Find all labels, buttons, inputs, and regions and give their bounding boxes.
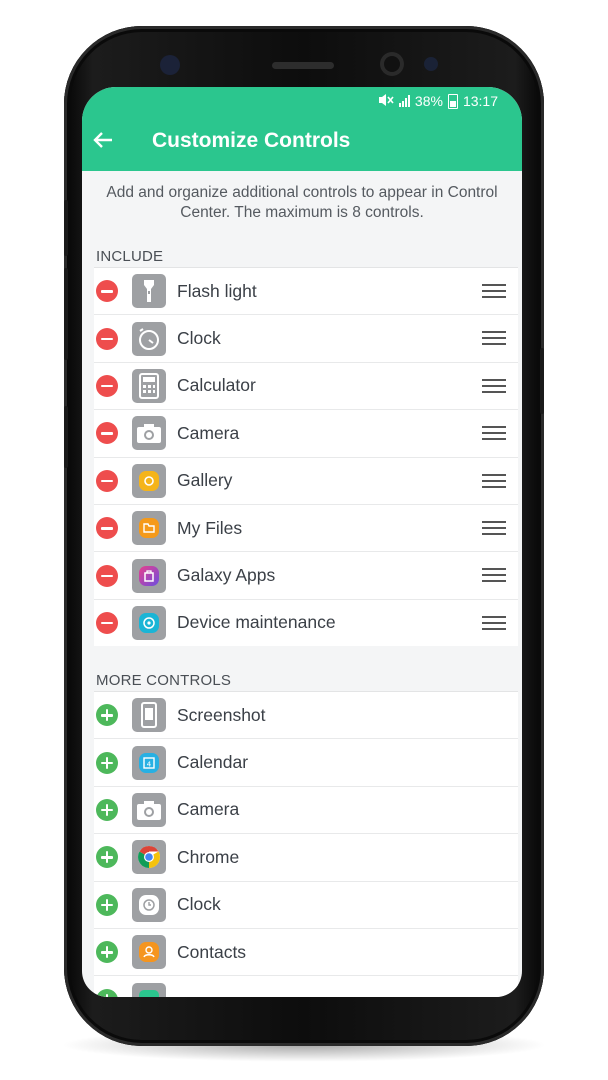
flashlight-icon <box>132 274 166 309</box>
app-icon <box>132 982 166 997</box>
back-arrow-icon[interactable] <box>92 129 116 153</box>
list-item-label: Clock <box>177 894 221 915</box>
list-item[interactable]: Clock <box>94 880 518 928</box>
calculator-icon <box>132 368 166 403</box>
list-item-label: Calendar <box>177 752 249 773</box>
add-circle-icon[interactable] <box>96 704 118 727</box>
volume-down-button <box>64 268 68 360</box>
camera-icon <box>132 792 166 827</box>
list-item[interactable]: Gallery <box>94 456 518 504</box>
remove-circle-icon[interactable] <box>96 422 118 445</box>
mute-icon <box>378 93 394 110</box>
list-item[interactable]: My Files <box>94 503 518 551</box>
svg-text:4: 4 <box>147 760 152 768</box>
more-controls-heading: MORE CONTROLS <box>96 672 232 689</box>
folder-icon <box>132 511 166 546</box>
list-item[interactable]: 4 Calendar <box>94 738 518 785</box>
add-circle-icon[interactable] <box>96 846 118 869</box>
remove-circle-icon[interactable] <box>96 374 118 397</box>
clock-icon <box>132 887 166 922</box>
list-item-label: Gallery <box>177 470 233 491</box>
add-circle-icon[interactable] <box>96 941 118 964</box>
phone-screenshot-icon <box>132 698 166 733</box>
list-item[interactable]: Camera <box>94 785 518 833</box>
add-circle-icon[interactable] <box>96 751 118 774</box>
list-item[interactable]: Clock <box>94 314 518 361</box>
list-item-label: Flash light <box>177 280 257 301</box>
list-item[interactable] <box>94 975 518 997</box>
list-item[interactable]: Calculator <box>94 361 518 409</box>
add-circle-icon[interactable] <box>96 798 118 821</box>
list-item[interactable]: Camera <box>94 409 518 456</box>
store-bag-icon <box>132 558 166 593</box>
remove-circle-icon[interactable] <box>96 327 118 350</box>
more-controls-list: Screenshot 4 Calendar Camera Chrome Clock Cont… <box>94 691 518 997</box>
list-item-label: Chrome <box>177 846 240 867</box>
signal-icon <box>398 95 410 107</box>
iris-scanner <box>424 57 438 71</box>
add-circle-icon[interactable] <box>96 988 118 997</box>
calendar-icon: 4 <box>132 745 166 780</box>
drag-handle-icon[interactable] <box>482 615 506 630</box>
list-item[interactable]: Device maintenance <box>94 598 518 646</box>
list-item[interactable]: Galaxy Apps <box>94 551 518 598</box>
list-item-label: Clock <box>177 328 221 349</box>
front-sensor <box>160 55 180 75</box>
include-list: Flash light Clock Calculator Camera Gallery M… <box>94 267 518 647</box>
remove-circle-icon[interactable] <box>96 517 118 540</box>
drag-handle-icon[interactable] <box>482 473 506 488</box>
description-text: Add and organize additional controls to … <box>106 184 498 221</box>
add-circle-icon[interactable] <box>96 893 118 916</box>
front-camera <box>380 52 404 76</box>
remove-circle-icon[interactable] <box>96 611 118 634</box>
contacts-icon <box>132 935 166 970</box>
battery-icon <box>447 93 458 109</box>
maintenance-icon <box>132 605 166 640</box>
list-item-label: Galaxy Apps <box>177 565 276 586</box>
list-item[interactable]: Flash light <box>94 267 518 314</box>
bixby-button <box>64 406 68 468</box>
list-item-label: My Files <box>177 517 243 538</box>
list-item-label: Screenshot <box>177 704 266 725</box>
volume-up-button <box>64 200 68 256</box>
remove-circle-icon[interactable] <box>96 469 118 492</box>
list-item-label: Contacts <box>177 941 247 962</box>
list-item-label: Camera <box>177 799 240 820</box>
drag-handle-icon[interactable] <box>482 568 506 583</box>
list-item[interactable]: Contacts <box>94 927 518 975</box>
gallery-icon <box>132 463 166 498</box>
app-bar: 38% 13:17 Customize Controls <box>82 87 522 171</box>
clock-time: 13:17 <box>462 93 498 109</box>
drag-handle-icon[interactable] <box>482 520 506 535</box>
screen: 38% 13:17 Customize Controls Add and org… <box>82 87 522 997</box>
include-heading: INCLUDE <box>96 248 164 265</box>
power-button <box>540 348 544 414</box>
remove-circle-icon[interactable] <box>96 564 118 587</box>
status-bar: 38% 13:17 <box>378 91 498 111</box>
drag-handle-icon[interactable] <box>482 284 506 298</box>
list-item-label: Camera <box>177 422 240 443</box>
chrome-icon <box>132 840 166 875</box>
drag-handle-icon[interactable] <box>482 378 506 393</box>
list-item-label: Device maintenance <box>177 612 336 633</box>
timer-icon <box>132 321 166 356</box>
drag-handle-icon[interactable] <box>482 426 506 441</box>
list-item[interactable]: Screenshot <box>94 691 518 738</box>
drag-handle-icon[interactable] <box>482 331 506 346</box>
list-item[interactable]: Chrome <box>94 833 518 880</box>
earpiece-speaker <box>272 62 334 69</box>
camera-icon <box>132 416 166 451</box>
list-item-label: Calculator <box>177 375 256 396</box>
remove-circle-icon[interactable] <box>96 280 118 303</box>
battery-percent: 38% <box>414 93 443 109</box>
page-title: Customize Controls <box>152 129 351 152</box>
